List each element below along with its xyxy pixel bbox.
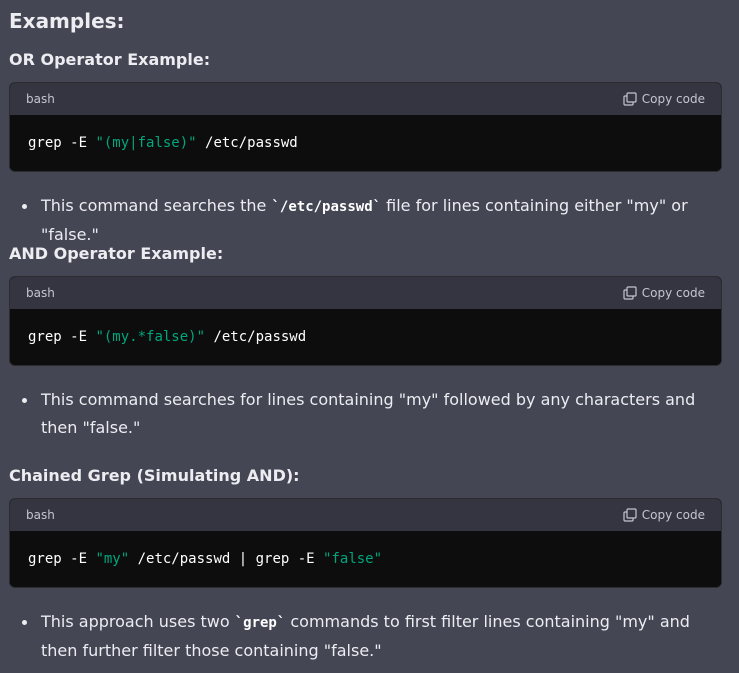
code-string: "my" — [95, 551, 130, 567]
list-item: This command searches the `/etc/passwd` … — [22, 192, 721, 249]
bullet-list-or: This command searches the `/etc/passwd` … — [9, 192, 721, 249]
copy-code-label: Copy code — [641, 92, 705, 106]
code-text: /etc/passwd | grep -E — [129, 551, 324, 567]
code-header: bash Copy code — [10, 277, 721, 309]
code-body: grep -E "(my.*false)" /etc/passwd — [10, 309, 721, 365]
copy-code-label: Copy code — [641, 508, 705, 522]
list-item: This command searches for lines containi… — [22, 386, 721, 442]
bullet-list-chained: This approach uses two `grep` commands t… — [9, 608, 721, 665]
code-header: bash Copy code — [10, 499, 721, 531]
clipboard-icon — [623, 508, 637, 522]
code-string: "(my.*false)" — [95, 329, 206, 345]
code-string: "false" — [323, 551, 383, 567]
list-item: This approach uses two `grep` commands t… — [22, 608, 721, 665]
code-body: grep -E "my" /etc/passwd | grep -E "fals… — [10, 531, 721, 587]
code-text: /etc/passwd — [205, 329, 307, 345]
bullet-text: This approach uses two — [41, 612, 235, 631]
code-text: grep -E — [28, 135, 96, 151]
code-language-label: bash — [26, 286, 55, 300]
or-example-title: OR Operator Example: — [9, 50, 211, 69]
code-text: grep -E — [28, 551, 96, 567]
inline-code: `grep` — [234, 615, 286, 631]
code-header: bash Copy code — [10, 83, 721, 115]
code-block-chained: bash Copy code grep -E "my" /etc/passwd … — [9, 498, 722, 588]
code-block-or: bash Copy code grep -E "(my|false)" /etc… — [9, 82, 722, 172]
chained-grep-title: Chained Grep (Simulating AND): — [9, 466, 300, 485]
and-example-title: AND Operator Example: — [9, 244, 224, 263]
copy-code-label: Copy code — [641, 286, 705, 300]
code-text: /etc/passwd — [196, 135, 298, 151]
code-language-label: bash — [26, 508, 55, 522]
bullet-list-and: This command searches for lines containi… — [9, 386, 721, 442]
bullet-text: This command searches the — [41, 196, 272, 215]
clipboard-icon — [623, 92, 637, 106]
inline-code: `/etc/passwd` — [271, 199, 382, 215]
copy-code-button[interactable]: Copy code — [623, 508, 705, 522]
copy-code-button[interactable]: Copy code — [623, 286, 705, 300]
code-string: "(my|false)" — [95, 135, 197, 151]
clipboard-icon — [623, 286, 637, 300]
code-language-label: bash — [26, 92, 55, 106]
code-text: grep -E — [28, 329, 96, 345]
copy-code-button[interactable]: Copy code — [623, 92, 705, 106]
code-block-and: bash Copy code grep -E "(my.*false)" /et… — [9, 276, 722, 366]
code-body: grep -E "(my|false)" /etc/passwd — [10, 115, 721, 171]
examples-heading: Examples: — [9, 9, 125, 33]
